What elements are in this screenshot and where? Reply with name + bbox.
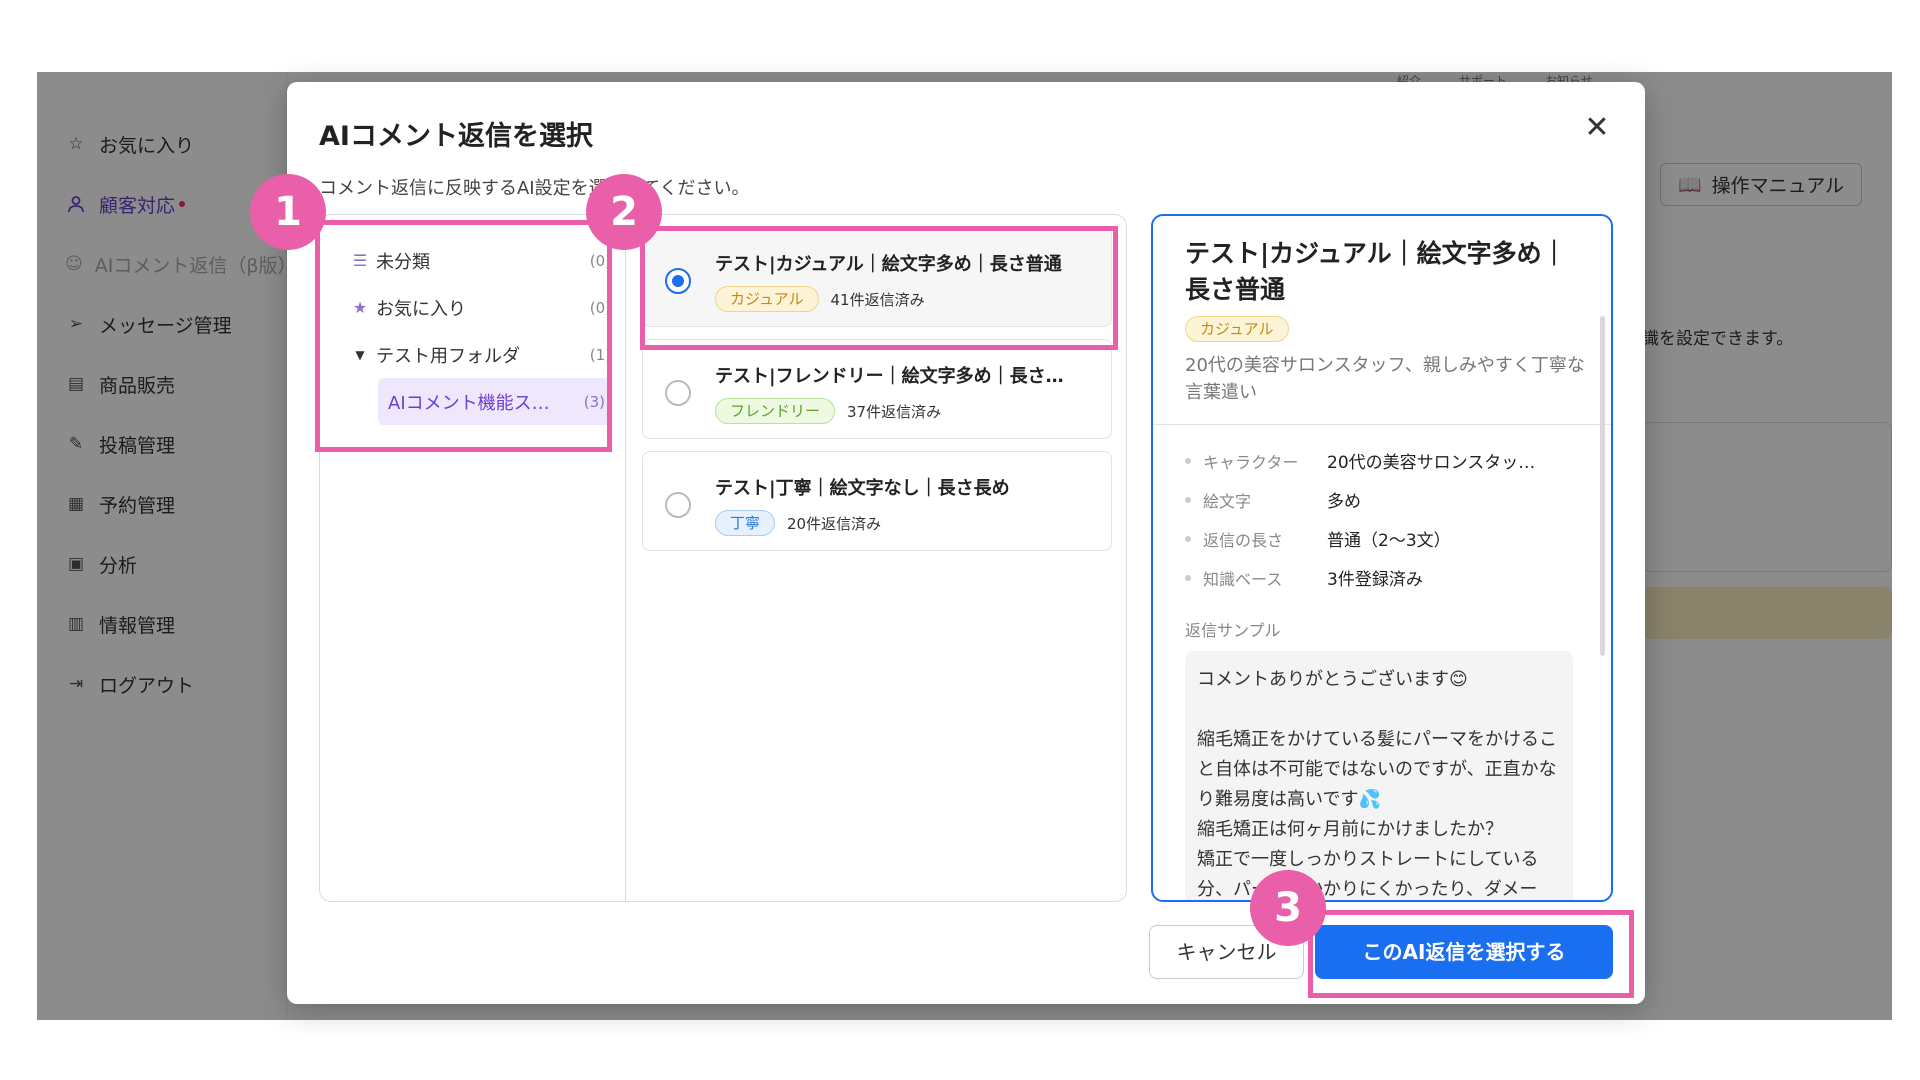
step-badge-3: 3 (1250, 870, 1326, 946)
list-item-meta: 丁寧 20件返信済み (715, 510, 881, 536)
list-item-meta: フレンドリー 37件返信済み (715, 398, 941, 424)
attribute-key: 返信の長さ (1203, 530, 1284, 550)
attribute-value: 多め (1327, 492, 1361, 512)
bullet-icon (1185, 535, 1191, 542)
bullet-icon (1185, 457, 1191, 464)
modal-title: AIコメント返信を選択 (319, 121, 593, 152)
attribute-row: 絵文字 多め (1185, 480, 1585, 519)
detail-tag-wrap: カジュアル (1185, 316, 1585, 342)
attribute-row: キャラクター 20代の美容サロンスタッ… (1185, 441, 1585, 480)
attribute-row: 返信の長さ 普通（2〜3文） (1185, 519, 1585, 558)
step-badge-2: 2 (586, 174, 662, 250)
bullet-icon (1185, 496, 1191, 503)
detail-header: テスト|カジュアル｜絵文字多め｜長さ普通 カジュアル 20代の美容サロンスタッフ… (1153, 216, 1611, 425)
attribute-row: 知識ベース 3件登録済み (1185, 558, 1585, 597)
sample-reply-text: コメントありがとうございます😊 縮毛矯正をかけている髪にパーマをかけること自体は… (1185, 651, 1573, 900)
detail-tone-tag: カジュアル (1185, 316, 1289, 342)
tone-tag: フレンドリー (715, 398, 836, 424)
detail-attributes: キャラクター 20代の美容サロンスタッ… 絵文字 多め 返信の長さ 普通（2〜3… (1153, 425, 1611, 603)
step-badge-1: 1 (250, 174, 326, 250)
attribute-value: 3件登録済み (1327, 570, 1423, 590)
reply-count: 20件返信済み (787, 514, 882, 533)
bullet-icon (1185, 574, 1191, 581)
detail-title: テスト|カジュアル｜絵文字多め｜長さ普通 (1185, 239, 1567, 304)
attribute-value: 普通（2〜3文） (1327, 531, 1451, 551)
list-item-friendly[interactable]: テスト|フレンドリー｜絵文字多め｜長さ… フレンドリー 37件返信済み (642, 339, 1112, 439)
attribute-key: キャラクター (1203, 452, 1299, 472)
highlight-folders (315, 220, 612, 452)
attribute-key: 絵文字 (1203, 491, 1252, 511)
attribute-key: 知識ベース (1203, 569, 1283, 589)
reply-count: 37件返信済み (847, 402, 942, 421)
modal-subtitle: コメント返信に反映するAI設定を選択してください。 (319, 178, 750, 199)
list-item-title: テスト|丁寧｜絵文字なし｜長さ長め (715, 478, 1010, 499)
radio-button[interactable] (665, 492, 691, 518)
tone-tag: 丁寧 (715, 510, 776, 536)
list-item-polite[interactable]: テスト|丁寧｜絵文字なし｜長さ長め 丁寧 20件返信済み (642, 451, 1112, 551)
sample-label: 返信サンプル (1185, 621, 1281, 640)
attribute-value: 20代の美容サロンスタッ… (1327, 453, 1536, 473)
radio-button[interactable] (665, 380, 691, 406)
highlight-selected-item (640, 226, 1118, 350)
highlight-confirm-button (1308, 910, 1634, 998)
detail-scrollbar[interactable] (1600, 316, 1605, 656)
ai-reply-detail-panel[interactable]: テスト|カジュアル｜絵文字多め｜長さ普通 カジュアル 20代の美容サロンスタッフ… (1151, 214, 1613, 902)
detail-description: 20代の美容サロンスタッフ、親しみやすく丁寧な言葉遣い (1185, 355, 1585, 403)
close-icon[interactable]: ✕ (1581, 112, 1613, 144)
list-item-title: テスト|フレンドリー｜絵文字多め｜長さ… (715, 366, 1064, 387)
